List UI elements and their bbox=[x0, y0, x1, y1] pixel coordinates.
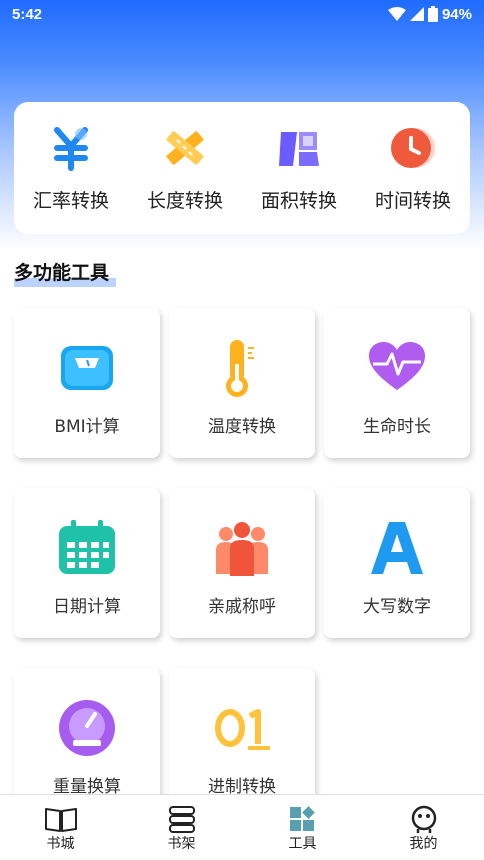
quick-tool-length[interactable]: 长度转换 bbox=[135, 124, 235, 213]
tool-label: 温度转换 bbox=[208, 417, 276, 437]
tool-label: BMI计算 bbox=[54, 417, 120, 437]
letter-a-icon bbox=[371, 522, 423, 574]
bottom-tab-bar: 书城 书架 工具 我的 bbox=[0, 794, 484, 860]
battery-icon bbox=[427, 6, 438, 22]
calendar-icon bbox=[59, 520, 115, 574]
quick-tool-time[interactable]: 时间转换 bbox=[363, 124, 463, 213]
area-icon bbox=[279, 132, 319, 166]
quick-tool-label: 汇率转换 bbox=[32, 190, 109, 212]
tool-label: 大写数字 bbox=[363, 597, 431, 617]
tab-label: 书架 bbox=[167, 836, 196, 852]
quick-tools-card: 汇率转换 长度转换 面积转换 时间转换 bbox=[14, 102, 470, 234]
yuan-icon bbox=[54, 127, 88, 171]
tool-relatives[interactable]: 亲戚称呼 bbox=[169, 488, 315, 638]
book-icon bbox=[44, 808, 77, 832]
quick-tool-label: 长度转换 bbox=[146, 190, 223, 212]
tool-bmi[interactable]: BMI计算 bbox=[14, 308, 160, 458]
tab-tools[interactable]: 工具 bbox=[263, 805, 343, 853]
tab-label: 书城 bbox=[46, 836, 75, 852]
tab-bookstore[interactable]: 书城 bbox=[21, 805, 101, 853]
tool-uppercase-number[interactable]: 大写数字 bbox=[324, 488, 470, 638]
tool-label: 日期计算 bbox=[53, 597, 121, 617]
heart-pulse-icon bbox=[369, 342, 425, 390]
quick-tool-area[interactable]: 面积转换 bbox=[249, 124, 349, 213]
status-time: 5:42 bbox=[12, 5, 43, 23]
profile-face-icon bbox=[411, 805, 436, 833]
status-bar: 5:42 94% bbox=[0, 0, 484, 28]
thermometer-icon bbox=[226, 340, 254, 397]
family-icon bbox=[216, 522, 268, 576]
tab-bookshelf[interactable]: 书架 bbox=[142, 805, 222, 853]
signal-icon bbox=[409, 7, 424, 21]
tab-label: 我的 bbox=[409, 836, 438, 852]
quick-tool-label: 时间转换 bbox=[374, 190, 451, 212]
tool-label: 生命时长 bbox=[363, 417, 431, 437]
tab-label: 工具 bbox=[288, 836, 317, 852]
tool-date[interactable]: 日期计算 bbox=[14, 488, 160, 638]
bookshelf-icon bbox=[168, 806, 195, 833]
ruler-pencil-icon bbox=[166, 131, 204, 165]
tool-temperature[interactable]: 温度转换 bbox=[169, 308, 315, 458]
weight-gauge-icon bbox=[59, 700, 115, 756]
binary-icon bbox=[215, 709, 270, 750]
wifi-icon bbox=[387, 7, 406, 21]
clock-icon bbox=[391, 128, 435, 168]
scale-icon bbox=[61, 346, 113, 390]
battery-level: 94% bbox=[441, 5, 472, 23]
quick-tool-currency[interactable]: 汇率转换 bbox=[21, 124, 121, 213]
tab-mine[interactable]: 我的 bbox=[384, 805, 464, 853]
tool-label: 亲戚称呼 bbox=[208, 597, 276, 617]
section-title: 多功能工具 bbox=[14, 258, 116, 287]
quick-tool-label: 面积转换 bbox=[260, 190, 337, 212]
tool-lifespan[interactable]: 生命时长 bbox=[324, 308, 470, 458]
tools-grid-icon bbox=[289, 806, 315, 831]
